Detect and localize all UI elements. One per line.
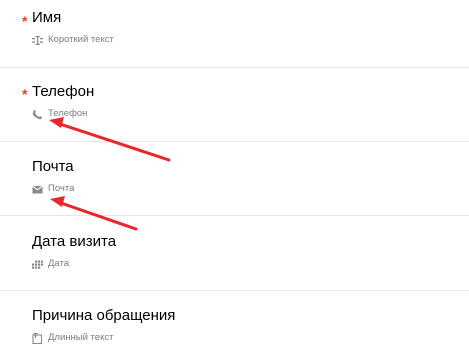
field-email[interactable]: Почта Почта xyxy=(0,142,469,215)
field-visit-date[interactable]: Дата визита Дата xyxy=(0,216,469,290)
field-type: Дата xyxy=(32,257,69,271)
long-text-icon xyxy=(32,332,43,344)
field-type: Короткий текст xyxy=(32,33,114,47)
field-type: Телефон xyxy=(32,107,87,121)
phone-icon xyxy=(32,109,43,120)
envelope-icon xyxy=(32,184,43,195)
field-title: Телефон xyxy=(32,83,95,100)
field-title: Имя xyxy=(32,9,62,26)
required-marker: * xyxy=(22,86,28,102)
field-reason[interactable]: Причина обращения Длинный текст xyxy=(0,291,469,358)
field-type-label: Короткий текст xyxy=(48,34,114,45)
field-type-label: Телефон xyxy=(48,108,88,119)
field-name[interactable]: * Имя Короткий текст xyxy=(0,0,469,67)
field-title: Почта xyxy=(32,158,74,175)
field-type-label: Длинный текст xyxy=(48,332,114,343)
field-type: Длинный текст xyxy=(32,331,113,345)
field-type-label: Дата xyxy=(48,258,70,269)
field-type-label: Почта xyxy=(48,183,75,194)
field-type: Почта xyxy=(32,182,74,196)
field-title: Дата визита xyxy=(32,233,117,250)
field-phone[interactable]: * Телефон Телефон xyxy=(0,68,469,141)
form-field-list: * Имя Короткий текст * Телефон Телефон П… xyxy=(0,0,469,358)
short-text-icon xyxy=(32,35,43,46)
calendar-icon xyxy=(32,259,43,270)
field-title: Причина обращения xyxy=(32,307,176,324)
required-marker: * xyxy=(22,13,28,29)
